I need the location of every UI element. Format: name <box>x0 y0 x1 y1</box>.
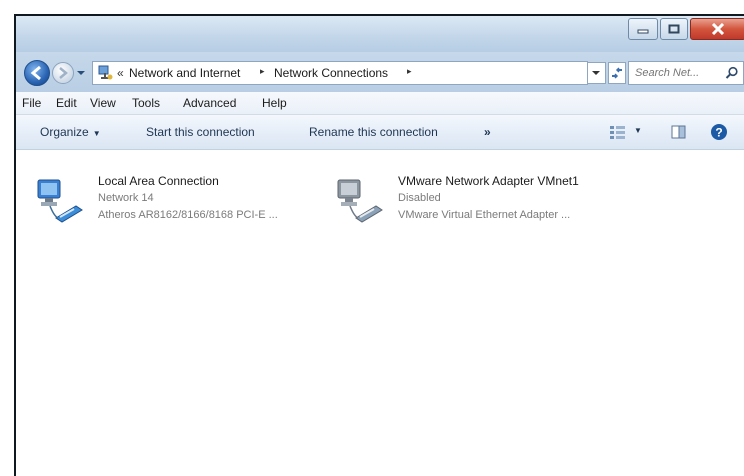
back-button[interactable] <box>24 60 50 86</box>
connection-network: Network 14 <box>98 192 154 204</box>
view-options-icon <box>610 126 625 139</box>
help-icon: ? <box>711 124 727 140</box>
connection-item-vmware-vmnet1[interactable]: VMware Network Adapter VMnet1 Disabled V… <box>336 174 636 234</box>
forward-arrow-icon <box>59 67 68 79</box>
address-dropdown-button[interactable] <box>588 62 606 84</box>
search-icon[interactable] <box>725 66 739 80</box>
network-adapter-icon <box>37 179 83 223</box>
breadcrumb-separator[interactable]: ▸ <box>260 66 265 77</box>
preview-pane-icon <box>671 125 686 139</box>
refresh-icon <box>612 67 622 79</box>
minimize-button[interactable] <box>628 18 658 40</box>
help-button[interactable]: ? <box>710 123 728 141</box>
breadcrumb-network-connections[interactable]: Network Connections <box>274 66 388 80</box>
address-bar[interactable]: « Network and Internet ▸ Network Connect… <box>92 61 588 85</box>
breadcrumb-separator[interactable]: ▸ <box>407 66 412 77</box>
search-input[interactable] <box>635 65 721 81</box>
chevron-down-icon <box>592 71 600 75</box>
change-view-button[interactable]: ▼ <box>608 124 646 140</box>
connection-name: Local Area Connection <box>98 174 219 188</box>
more-commands-button[interactable]: » <box>484 125 491 139</box>
rename-connection-button[interactable]: Rename this connection <box>309 125 438 139</box>
back-arrow-icon <box>30 65 41 81</box>
connection-status: Disabled <box>398 192 441 204</box>
close-icon <box>711 23 725 35</box>
svg-text:?: ? <box>715 126 722 140</box>
breadcrumb-overflow[interactable]: « <box>117 66 124 80</box>
maximize-button[interactable] <box>660 18 688 40</box>
explorer-window: « Network and Internet ▸ Network Connect… <box>14 14 744 476</box>
menu-bar: File Edit View Tools Advanced Help <box>16 92 744 115</box>
command-bar: Organize ▼ Start this connection Rename t… <box>16 115 744 150</box>
network-adapter-disabled-icon <box>337 179 383 223</box>
menu-file[interactable]: File <box>22 96 41 110</box>
forward-button[interactable] <box>52 62 74 84</box>
minimize-icon <box>637 29 649 34</box>
address-row: « Network and Internet ▸ Network Connect… <box>16 52 744 92</box>
title-bar[interactable] <box>16 16 744 52</box>
organize-button[interactable]: Organize ▼ <box>40 125 101 139</box>
preview-pane-button[interactable] <box>670 124 688 140</box>
refresh-button[interactable] <box>608 62 626 84</box>
connection-item-local-area[interactable]: Local Area Connection Network 14 Atheros… <box>36 174 336 234</box>
menu-advanced[interactable]: Advanced <box>183 96 236 110</box>
menu-help[interactable]: Help <box>262 96 287 110</box>
start-connection-button[interactable]: Start this connection <box>146 125 255 139</box>
breadcrumb-network-and-internet[interactable]: Network and Internet <box>129 66 240 80</box>
connections-list: Local Area Connection Network 14 Atheros… <box>16 150 744 476</box>
menu-edit[interactable]: Edit <box>56 96 77 110</box>
network-folder-icon <box>98 65 113 80</box>
chevron-down-icon: ▼ <box>634 126 642 135</box>
connection-name: VMware Network Adapter VMnet1 <box>398 174 579 188</box>
connection-adapter: Atheros AR8162/8166/8168 PCI-E ... <box>98 209 278 221</box>
chevron-down-icon: ▼ <box>92 129 101 138</box>
search-box[interactable] <box>628 61 744 85</box>
recent-pages-dropdown[interactable] <box>76 68 86 78</box>
close-button[interactable] <box>690 18 744 40</box>
menu-view[interactable]: View <box>90 96 116 110</box>
organize-label: Organize <box>40 125 89 139</box>
menu-tools[interactable]: Tools <box>132 96 160 110</box>
connection-adapter: VMware Virtual Ethernet Adapter ... <box>398 209 571 221</box>
maximize-icon <box>668 24 680 34</box>
